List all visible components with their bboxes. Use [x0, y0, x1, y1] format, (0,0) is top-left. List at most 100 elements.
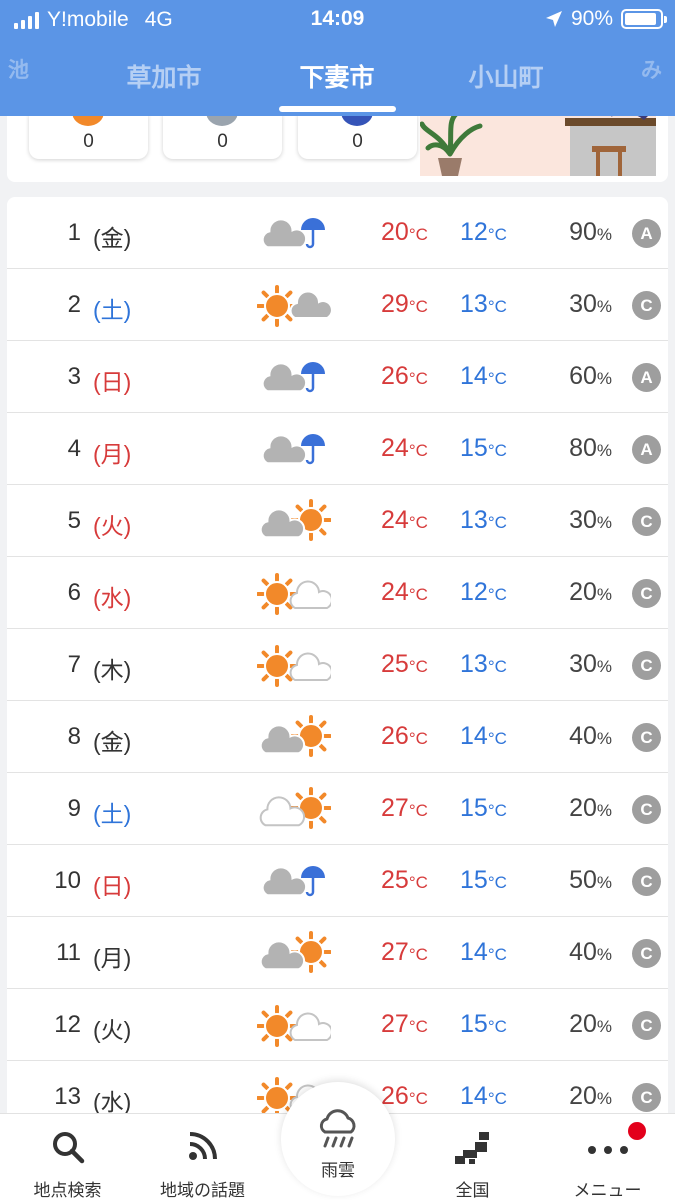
tab-prev-city[interactable]: 草加市: [79, 58, 249, 94]
nav-national[interactable]: 全国: [405, 1114, 540, 1200]
temp-unit: °C: [487, 801, 507, 820]
forecast-row[interactable]: 10 (日) 25°C 15°C 50% C: [7, 845, 668, 917]
day-number: 8: [67, 723, 81, 750]
precip-chance: 20%: [569, 1010, 612, 1039]
high-temp: 26°C: [381, 1082, 428, 1111]
day-number: 11: [56, 939, 81, 966]
precip-value: 20: [569, 794, 597, 822]
precip-unit: %: [596, 729, 612, 748]
precip-unit: %: [596, 1089, 612, 1108]
precip-chance: 80%: [569, 434, 612, 463]
nav-topics[interactable]: 地域の話題: [135, 1114, 270, 1200]
reliability-badge: A: [632, 435, 661, 464]
status-bar: Y!mobile 4G 14:09 90%: [0, 0, 675, 38]
tab-active-city[interactable]: 下妻市: [252, 58, 422, 94]
temp-unit: °C: [487, 945, 507, 964]
tab-edge-right[interactable]: み: [641, 54, 662, 84]
weekday: (水): [93, 1089, 132, 1115]
weekday: (土): [93, 801, 132, 827]
forecast-row[interactable]: 4 (月) 24°C 15°C 80% A: [7, 413, 668, 485]
high-temp: 24°C: [381, 434, 428, 463]
forecast-row[interactable]: 7 (木) 25°C 13°C 30% C: [7, 629, 668, 701]
temp-unit: °C: [487, 873, 507, 892]
forecast-row[interactable]: 8 (金) 26°C 14°C 40% C: [7, 701, 668, 773]
nav-menu[interactable]: メニュー: [540, 1114, 675, 1200]
nav-rain-cloud[interactable]: 雨雲: [281, 1082, 395, 1196]
forecast-row[interactable]: 1 (金) 20°C 12°C 90% A: [7, 197, 668, 269]
day-number: 7: [67, 651, 81, 678]
forecast-row[interactable]: 3 (日) 26°C 14°C 60% A: [7, 341, 668, 413]
reliability-badge: C: [632, 723, 661, 752]
precip-unit: %: [596, 873, 612, 892]
low-temp-value: 13: [460, 290, 488, 318]
weekday: (月): [93, 441, 132, 467]
high-temp: 24°C: [381, 578, 428, 607]
precip-unit: %: [596, 801, 612, 820]
day-number: 1: [67, 219, 81, 246]
precip-chance: 30%: [569, 650, 612, 679]
status-right: 90%: [545, 7, 667, 31]
temp-unit: °C: [408, 729, 428, 748]
temp-unit: °C: [408, 585, 428, 604]
reliability-badge: A: [632, 363, 661, 392]
tab-next-city[interactable]: 小山町: [421, 58, 591, 94]
precip-chance: 30%: [569, 506, 612, 535]
low-temp-value: 15: [460, 794, 488, 822]
nav-topics-label: 地域の話題: [160, 1181, 245, 1200]
precip-value: 90: [569, 218, 597, 246]
precip-unit: %: [596, 585, 612, 604]
forecast-row[interactable]: 12 (火) 27°C 15°C 20% C: [7, 989, 668, 1061]
bottom-nav: 地点検索 地域の話題 雨雲 全国 メニュー: [0, 1082, 675, 1200]
low-temp: 15°C: [460, 1010, 507, 1039]
precip-value: 80: [569, 434, 597, 462]
forecast-row[interactable]: 6 (水) 24°C 12°C 20% C: [7, 557, 668, 629]
temp-unit: °C: [487, 729, 507, 748]
temp-unit: °C: [487, 1017, 507, 1036]
low-temp: 14°C: [460, 938, 507, 967]
forecast-row[interactable]: 2 (土) 29°C 13°C 30% C: [7, 269, 668, 341]
precip-value: 30: [569, 650, 597, 678]
nav-search[interactable]: 地点検索: [0, 1114, 135, 1200]
nav-menu-label: メニュー: [573, 1181, 642, 1200]
forecast-row[interactable]: 11 (月) 27°C 14°C 40% C: [7, 917, 668, 989]
temp-unit: °C: [408, 945, 428, 964]
high-temp-value: 27: [381, 794, 409, 822]
temp-unit: °C: [487, 441, 507, 460]
high-temp-value: 27: [381, 938, 409, 966]
precip-unit: %: [596, 945, 612, 964]
precip-value: 20: [569, 578, 597, 606]
tab-edge-left[interactable]: 池: [8, 54, 29, 84]
temp-unit: °C: [487, 585, 507, 604]
cloud-rain-icon: [261, 434, 325, 465]
summary-item[interactable]: 0: [163, 98, 282, 159]
precip-unit: %: [596, 225, 612, 244]
day-number: 13: [54, 1083, 81, 1110]
weekday: (金): [93, 225, 132, 251]
high-temp: 26°C: [381, 362, 428, 391]
temp-unit: °C: [408, 441, 428, 460]
summary-count: 0: [217, 131, 228, 152]
weekday: (木): [93, 657, 132, 683]
reliability-badge: C: [632, 651, 661, 680]
reliability-badge: C: [632, 939, 661, 968]
sun-light-cloud-icon: [257, 573, 331, 615]
more-dots-icon: [587, 1146, 628, 1154]
day-number: 12: [54, 1011, 81, 1038]
precip-value: 40: [569, 722, 597, 750]
low-temp-value: 15: [460, 1010, 488, 1038]
precip-chance: 20%: [569, 794, 612, 823]
precip-unit: %: [596, 513, 612, 532]
summary-item[interactable]: 0: [29, 98, 148, 159]
weekday: (金): [93, 729, 132, 755]
reliability-badge: C: [632, 507, 661, 536]
precip-chance: 90%: [569, 218, 612, 247]
low-temp-value: 12: [460, 218, 488, 246]
forecast-row[interactable]: 5 (火) 24°C 13°C 30% C: [7, 485, 668, 557]
forecast-row[interactable]: 9 (土) 27°C 15°C 20% C: [7, 773, 668, 845]
summary-item[interactable]: 0: [298, 98, 417, 159]
nav-search-label: 地点検索: [33, 1181, 102, 1200]
precip-chance: 20%: [569, 578, 612, 607]
precip-chance: 50%: [569, 866, 612, 895]
precip-chance: 30%: [569, 290, 612, 319]
precip-value: 50: [569, 866, 597, 894]
